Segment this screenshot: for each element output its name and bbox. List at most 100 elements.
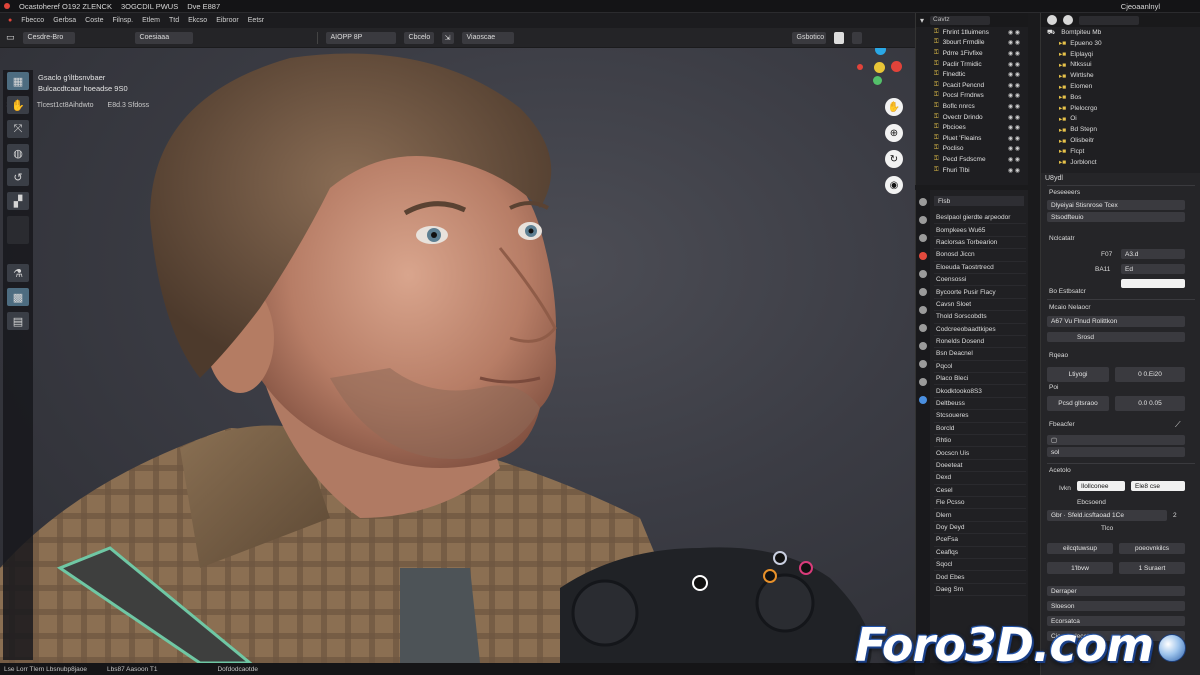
- attr-button-2[interactable]: 0 0.Ei20: [1115, 367, 1185, 382]
- attr-field-b[interactable]: Stsodfteuio: [1047, 212, 1185, 222]
- property-item[interactable]: Eloeuda Taostrtrecd: [934, 262, 1026, 274]
- properties-header[interactable]: Flsb: [934, 196, 1024, 206]
- visibility-icon[interactable]: ◉ ◉: [1008, 103, 1020, 110]
- visibility-icon[interactable]: ◉ ◉: [1008, 135, 1020, 142]
- lock-icon[interactable]: ⚿: [934, 145, 939, 152]
- axis-y-icon[interactable]: [874, 62, 885, 73]
- outliner-item[interactable]: ⚿ Ovectr Drindo ◉ ◉: [916, 112, 1028, 123]
- shading-select[interactable]: Viaoscae: [461, 31, 514, 44]
- view-button[interactable]: Cbcelo: [403, 31, 434, 44]
- row1-field-a[interactable]: Ilollconee: [1077, 481, 1125, 491]
- property-item[interactable]: Bycoorte Pusir Flacy: [934, 286, 1026, 299]
- property-item[interactable]: Thold Sorscobdts: [934, 311, 1026, 324]
- lock-icon[interactable]: ⚿: [934, 29, 939, 36]
- outliner-item[interactable]: ⚿ Paclir Trmidic ◉ ◉: [916, 59, 1028, 70]
- scene-tree-item[interactable]: ▸■ Flcpt: [1041, 146, 1200, 157]
- constraints-tab-icon[interactable]: [919, 378, 927, 386]
- menu-item-1[interactable]: Fbecco: [21, 17, 44, 24]
- outliner-item[interactable]: ⚿ Pecd Fsdscme ◉ ◉: [916, 154, 1028, 165]
- menu-title-3[interactable]: Dve E887: [187, 2, 220, 11]
- visibility-icon[interactable]: ◉ ◉: [1008, 92, 1020, 99]
- visibility-icon[interactable]: ◉ ◉: [1008, 114, 1020, 121]
- lock-icon[interactable]: ⚿: [934, 92, 939, 99]
- lock-icon[interactable]: ⚿: [934, 124, 939, 131]
- outliner-item[interactable]: ⚿ Pbcioes ◉ ◉: [916, 122, 1028, 133]
- visibility-icon[interactable]: ◉ ◉: [1008, 167, 1020, 174]
- visibility-icon[interactable]: ◉ ◉: [1008, 145, 1020, 152]
- property-item[interactable]: Placo Bleci: [934, 373, 1026, 386]
- edit-icon[interactable]: ⟋: [1175, 420, 1181, 430]
- visibility-icon[interactable]: ◉ ◉: [1008, 61, 1020, 68]
- menu-item-8[interactable]: Eibroor: [216, 17, 239, 24]
- attr-button-3[interactable]: Pcsd gltsraoo: [1047, 396, 1109, 411]
- layers-icon[interactable]: ▤: [7, 312, 29, 330]
- outliner-item[interactable]: ⚿ Boflc nnrcs ◉ ◉: [916, 101, 1028, 112]
- scene-tree-item[interactable]: ▸■ Bd Stepn: [1041, 124, 1200, 135]
- smooth-icon[interactable]: ◍: [7, 144, 29, 162]
- scene-tree-item[interactable]: ▸■ Oi: [1041, 114, 1200, 125]
- property-item[interactable]: Dod Ebes: [934, 571, 1026, 584]
- material-tab-icon[interactable]: [919, 396, 927, 404]
- visibility-icon[interactable]: ◉ ◉: [1008, 124, 1020, 131]
- physics-tab-icon[interactable]: [919, 360, 927, 368]
- world-tab-icon[interactable]: [919, 306, 927, 314]
- f-value-field[interactable]: A3.d: [1121, 249, 1185, 259]
- texture-icon[interactable]: ▩: [7, 288, 29, 306]
- axis-w-icon[interactable]: [873, 76, 882, 85]
- menu-item-4[interactable]: Filnsp.: [112, 17, 133, 24]
- pin-button[interactable]: ⇲: [441, 31, 454, 44]
- bottom-field-2[interactable]: Sloeson: [1047, 601, 1185, 611]
- scene-tree-item[interactable]: ▸■ Epueno 30: [1041, 38, 1200, 49]
- object-tab-icon[interactable]: [919, 198, 927, 206]
- property-item[interactable]: Bompkees Wu65: [934, 224, 1026, 237]
- checkbox-row[interactable]: ▢: [1047, 435, 1185, 445]
- property-item[interactable]: Bsn Deacnel: [934, 348, 1026, 361]
- property-item[interactable]: Dlern: [934, 509, 1026, 522]
- menu-title-2[interactable]: 3OGCDIL PWUS: [121, 2, 178, 11]
- property-item[interactable]: Coensossi: [934, 274, 1026, 287]
- sculpt-icon[interactable]: ✋: [7, 96, 29, 114]
- image-icon[interactable]: ▦: [7, 72, 29, 90]
- property-item[interactable]: Pqcol: [934, 361, 1026, 374]
- scene-tree-item[interactable]: ▸■ Elplayqi: [1041, 49, 1200, 60]
- bucket-icon[interactable]: ▞: [7, 192, 29, 210]
- color-swatch[interactable]: [1121, 279, 1185, 288]
- settings-icon[interactable]: [1063, 15, 1073, 25]
- mask-icon[interactable]: ⚗: [7, 264, 29, 282]
- property-item[interactable]: Stcsoueres: [934, 410, 1026, 423]
- render-tab-icon[interactable]: [919, 234, 927, 242]
- attr-field-a[interactable]: Dlyeiyai Stisnrose Tcex: [1047, 200, 1185, 210]
- lock-icon[interactable]: ⚿: [934, 39, 939, 46]
- lock-icon[interactable]: ⚿: [934, 61, 939, 68]
- menu-item-7[interactable]: Ekcso: [188, 17, 207, 24]
- property-item[interactable]: PceFsa: [934, 534, 1026, 547]
- outliner-item[interactable]: ⚿ Flnedtic ◉ ◉: [916, 69, 1028, 80]
- attr-button-8[interactable]: 1 Suraert: [1119, 562, 1185, 574]
- attr-field-e[interactable]: sol: [1047, 447, 1185, 457]
- attr-button-1[interactable]: Ltiyogi: [1047, 367, 1109, 382]
- property-item[interactable]: Cavsn Sloet: [934, 299, 1026, 312]
- sphere-icon[interactable]: [1047, 15, 1057, 25]
- visibility-icon[interactable]: ◉ ◉: [1008, 29, 1020, 36]
- property-item[interactable]: Ceaflqs: [934, 547, 1026, 559]
- bottom-field-1[interactable]: Derraper: [1047, 586, 1185, 596]
- outliner-item[interactable]: ⚿ Fhuri Tlbi ◉ ◉: [916, 165, 1028, 176]
- view-layer-tab-icon[interactable]: [919, 270, 927, 278]
- row2-field[interactable]: Gbr · Sfeld.icsftaoad 1Ce: [1047, 510, 1167, 521]
- camera-icon[interactable]: ◉: [885, 176, 903, 194]
- outliner-item[interactable]: ⚿ Pcacit Pencnd ◉ ◉: [916, 80, 1028, 91]
- attr-button-4[interactable]: 0.0 0.05: [1115, 396, 1185, 411]
- zoom-icon[interactable]: ⊕: [885, 124, 903, 142]
- visibility-icon[interactable]: ◉ ◉: [1008, 156, 1020, 163]
- visibility-icon[interactable]: ◉ ◉: [1008, 39, 1020, 46]
- property-item[interactable]: Borcld: [934, 423, 1026, 436]
- property-item[interactable]: Daeg Srn: [934, 584, 1026, 597]
- lock-icon[interactable]: ⚿: [934, 103, 939, 110]
- property-item[interactable]: Sqocl: [934, 559, 1026, 572]
- attr-button-7[interactable]: 1'lbvw: [1047, 562, 1113, 574]
- brush-icon[interactable]: ↺: [7, 168, 29, 186]
- orbit-icon[interactable]: ↻: [885, 150, 903, 168]
- property-item[interactable]: Dkodktooko8S3: [934, 385, 1026, 398]
- lock-icon[interactable]: ⚿: [934, 167, 939, 174]
- attr-field-c[interactable]: A67 Vu Flnud Rolittkon: [1047, 316, 1185, 327]
